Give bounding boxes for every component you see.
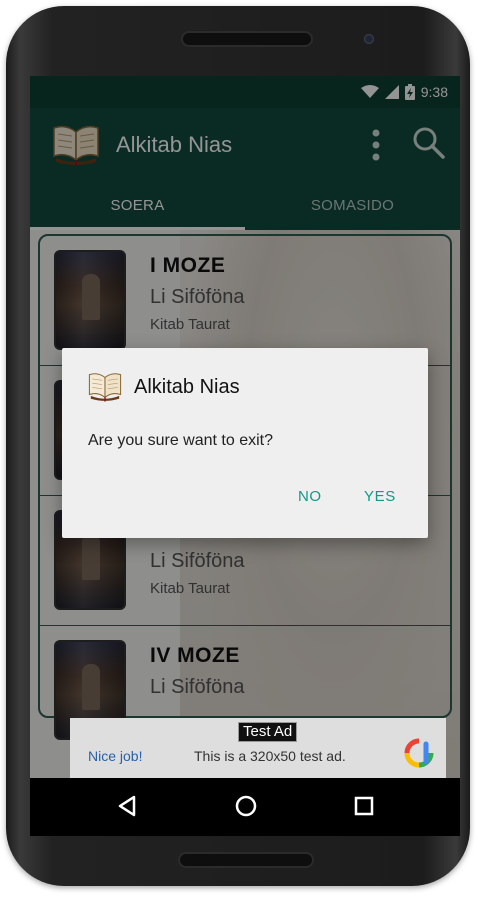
ad-banner[interactable]: Test Ad Nice job! This is a 320x50 test …	[70, 718, 446, 778]
no-button[interactable]: NO	[298, 488, 322, 505]
phone-frame: 9:38 Alkitab Nias SOERA SOMASIDO I MOZE …	[6, 6, 470, 886]
yes-button[interactable]: YES	[364, 488, 396, 505]
dialog-title: Alkitab Nias	[134, 376, 240, 398]
earpiece-speaker	[181, 31, 313, 47]
exit-dialog: Alkitab Nias Are you sure want to exit? …	[62, 348, 428, 538]
ad-nice-text: Nice job!	[88, 748, 143, 764]
recents-icon[interactable]	[350, 792, 378, 820]
screen: 9:38 Alkitab Nias SOERA SOMASIDO I MOZE …	[30, 76, 460, 836]
back-icon[interactable]	[114, 792, 142, 820]
ad-label: Test Ad	[238, 722, 298, 742]
ad-network-logo-icon	[404, 738, 434, 768]
front-camera	[364, 34, 374, 44]
home-icon[interactable]	[232, 792, 260, 820]
bottom-speaker	[178, 852, 314, 868]
bible-book-icon	[88, 373, 122, 402]
dialog-message: Are you sure want to exit?	[88, 432, 273, 449]
ad-text: This is a 320x50 test ad.	[194, 748, 346, 764]
navigation-bar	[30, 778, 460, 836]
